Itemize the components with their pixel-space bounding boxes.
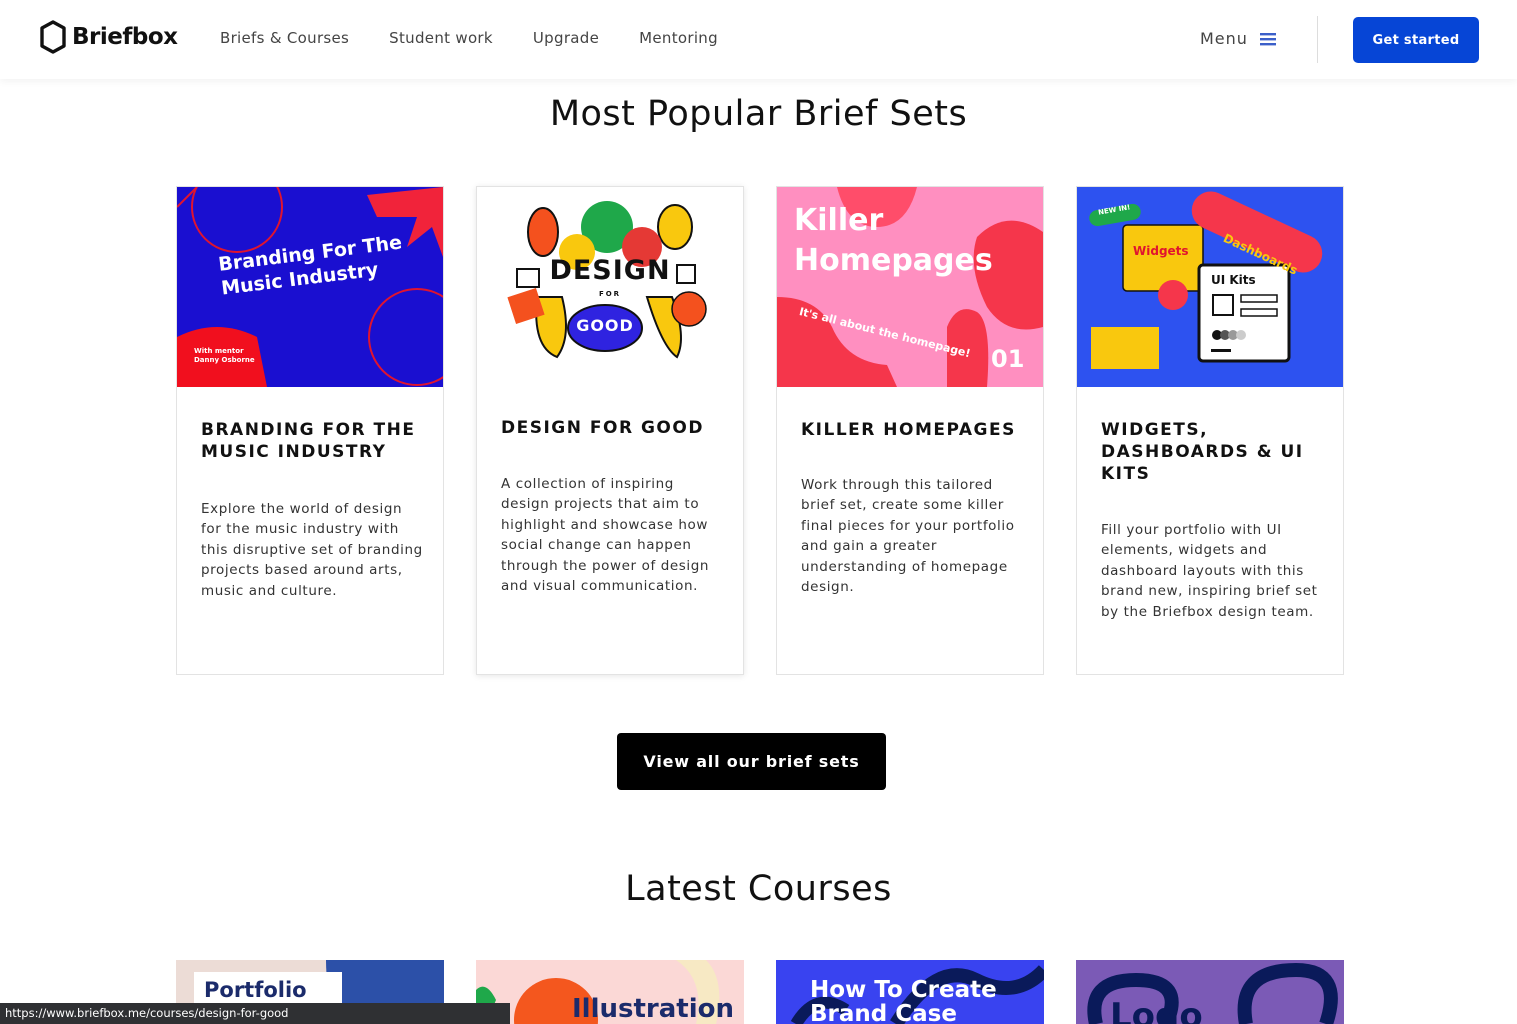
nav-mentoring[interactable]: Mentoring	[639, 29, 718, 47]
card-thumbnail: Branding For The Music Industry With men…	[177, 187, 443, 387]
thumb-heading: Killer Homepages	[794, 203, 993, 278]
card-title: BRANDING FOR THE MUSIC INDUSTRY	[201, 420, 416, 462]
menu-toggle[interactable]: Menu	[1200, 29, 1276, 48]
thumb-widgets: Widgets	[1133, 244, 1189, 258]
nav-briefs-courses[interactable]: Briefs & Courses	[220, 29, 349, 47]
brief-card-branding-music[interactable]: Branding For The Music Industry With men…	[176, 186, 444, 675]
course-title: How To Create Brand Case	[810, 977, 997, 1024]
briefbox-logo[interactable]: Briefbox	[39, 20, 178, 54]
thumb-good-word: GOOD	[576, 316, 634, 335]
get-started-button[interactable]: Get started	[1353, 17, 1479, 63]
card-title: KILLER HOMEPAGES	[801, 420, 1016, 440]
card-title: WIDGETS, DASHBOARDS & UI KITS	[1101, 420, 1304, 484]
course-card-illustration[interactable]: Illustration	[476, 960, 744, 1024]
view-all-brief-sets-button[interactable]: View all our brief sets	[617, 733, 886, 790]
card-description: Explore the world of design for the musi…	[201, 501, 423, 599]
logo-text: Briefbox	[72, 24, 178, 50]
card-thumbnail: DESIGN FOR GOOD	[477, 187, 743, 387]
menu-label: Menu	[1200, 29, 1248, 48]
thumbnail-art	[1089, 191, 1323, 369]
course-title: Logo	[1110, 996, 1203, 1024]
thumb-uikits: UI Kits	[1211, 273, 1256, 287]
thumb-mentor: With mentor Danny Osborne	[194, 347, 255, 364]
course-title: Portfolio	[204, 978, 307, 1002]
nav-student-work[interactable]: Student work	[389, 29, 493, 47]
header-divider	[1317, 16, 1318, 63]
course-card-logo[interactable]: Logo	[1076, 960, 1344, 1024]
thumb-for-word: FOR	[598, 290, 622, 298]
browser-status-url: https://www.briefbox.me/courses/design-f…	[0, 1003, 510, 1024]
brief-card-killer-homepages[interactable]: Killer Homepages It's all about the home…	[776, 186, 1044, 675]
brief-card-design-for-good[interactable]: DESIGN FOR GOOD DESIGN FOR GOOD A collec…	[476, 186, 744, 675]
site-header: Briefbox Briefs & Courses Student work U…	[0, 0, 1517, 79]
hamburger-icon	[1259, 32, 1276, 45]
card-description: A collection of inspiring design project…	[501, 476, 710, 595]
course-title: Illustration	[572, 994, 734, 1024]
thumb-number: 01	[991, 345, 1025, 373]
courses-section-title: Latest Courses	[625, 869, 892, 909]
thumbnail-art	[507, 201, 707, 359]
nav-upgrade[interactable]: Upgrade	[533, 29, 599, 47]
card-title: DESIGN FOR GOOD	[501, 418, 704, 438]
card-thumbnail: Killer Homepages It's all about the home…	[777, 187, 1043, 387]
card-thumbnail: NEW IN! Widgets Dashboards UI Kits	[1077, 187, 1343, 387]
card-description: Work through this tailored brief set, cr…	[801, 477, 1015, 596]
thumb-design-word: DESIGN	[549, 255, 671, 286]
hexagon-logo-icon	[40, 20, 66, 54]
popular-section-title: Most Popular Brief Sets	[549, 94, 968, 134]
brief-card-widgets-dashboards[interactable]: NEW IN! Widgets Dashboards UI Kits WIDGE…	[1076, 186, 1344, 675]
card-description: Fill your portfolio with UI elements, wi…	[1101, 522, 1318, 620]
main-nav: Briefs & Courses Student work Upgrade Me…	[220, 29, 758, 47]
course-card-brand-case[interactable]: How To Create Brand Case	[776, 960, 1044, 1024]
